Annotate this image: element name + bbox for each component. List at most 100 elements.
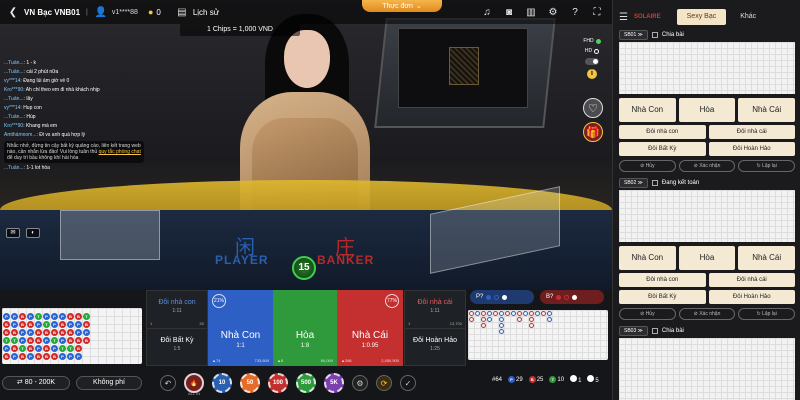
chat-text: 1 - k xyxy=(26,60,37,66)
lobby-player-pair[interactable]: Đôi nhà con xyxy=(619,273,706,287)
checkbox-icon[interactable] xyxy=(651,328,658,334)
all-in-chip[interactable]: 🔥 xyxy=(184,373,204,393)
cancel-button[interactable]: ⊘ Hủy xyxy=(619,308,676,320)
bet-amount: 2,450,500 xyxy=(381,358,399,363)
chip-100[interactable]: 100 xyxy=(268,373,288,393)
red-dot-icon xyxy=(556,294,562,300)
tab-sexy-bac[interactable]: Sexy Bạc xyxy=(676,9,727,25)
banker-ring xyxy=(481,317,486,322)
hamburger-icon[interactable]: ☰ xyxy=(619,12,628,23)
lobby-perfect-pair[interactable]: Đôi Hoàn Hảo xyxy=(708,290,795,304)
table-roadmap[interactable] xyxy=(619,338,795,400)
chat-author: Ámthámnom... xyxy=(4,132,37,138)
red-ring-icon xyxy=(564,294,570,300)
blue-ring-icon xyxy=(494,294,500,300)
player-bet[interactable]: 21% Nhà Con 1:1 ▲74 733,600 xyxy=(208,290,273,366)
confirm-button[interactable]: ⊘ Xác nhận xyxy=(678,160,736,172)
table-id[interactable]: SB03 ≫ xyxy=(619,326,648,336)
video-toggle[interactable] xyxy=(585,58,599,65)
history-link[interactable]: Lịch sử xyxy=(193,8,219,17)
table-card-sb02: SB02 ≫ Đang kết toán Nhà Con Hòa Nhà Cái… xyxy=(619,178,795,320)
predict-player[interactable]: P? xyxy=(470,290,534,304)
chip-50[interactable]: 50 xyxy=(240,373,260,393)
bead-player: P xyxy=(19,329,26,336)
bead-player: P xyxy=(59,353,66,360)
chip-500[interactable]: 500 xyxy=(296,373,316,393)
bead-banker: B xyxy=(11,329,18,336)
lobby-banker-bet[interactable]: Nhà Cái xyxy=(738,98,795,122)
lobby-player-pair[interactable]: Đôi nhà con xyxy=(619,125,706,139)
quality-fhd[interactable]: FHD xyxy=(583,38,601,44)
checkbox-icon[interactable] xyxy=(651,180,658,186)
banker-ring xyxy=(517,311,522,316)
undo-icon[interactable]: ↶ xyxy=(160,375,176,391)
history-icon[interactable]: ▤ xyxy=(175,5,189,19)
banker-pair-bet[interactable]: Đôi nhà cái 1:11 1 13,700 xyxy=(405,291,465,329)
favorite-heart-icon[interactable]: ♡ xyxy=(583,98,603,118)
blue-dot-icon xyxy=(486,294,492,300)
bead-road[interactable]: PBBTPBPPBTBPBBPPTBPBPBBPTPBBPBPTBPBBPPBT… xyxy=(2,308,142,364)
player-ring xyxy=(499,317,504,322)
camera-icon[interactable]: ◙ xyxy=(502,5,516,19)
help-icon[interactable]: ? xyxy=(568,5,582,19)
lobby-player-bet[interactable]: Nhà Con xyxy=(619,98,676,122)
big-road[interactable] xyxy=(468,310,608,360)
lobby-either-pair[interactable]: Đôi Bất Kỳ xyxy=(619,290,706,304)
perfect-pair-bet[interactable]: Đôi Hoàn Hảo 1:25 xyxy=(405,329,465,367)
gift-icon[interactable]: 🎁 xyxy=(583,122,603,142)
bead-banker: B xyxy=(67,313,74,320)
back-arrow-icon[interactable]: ❮ xyxy=(6,5,20,19)
tie-bet[interactable]: Hòa 1:8 ▲8 60,000 xyxy=(273,290,337,366)
bet-footer: ▲74 733,600 xyxy=(212,358,269,363)
chat-toggle-icon[interactable]: ◐ xyxy=(26,228,40,238)
table-roadmap[interactable] xyxy=(619,190,795,242)
chat-bubble-icon[interactable]: ✉ xyxy=(6,228,20,238)
repeat-button[interactable]: ↻ Lặp lại xyxy=(738,308,795,320)
settings-icon[interactable]: ⚙ xyxy=(546,5,560,19)
chip-5k[interactable]: 5K xyxy=(324,373,344,393)
no-commission-toggle[interactable]: Không phí xyxy=(76,376,142,390)
lobby-either-pair[interactable]: Đôi Bất Kỳ xyxy=(619,142,706,156)
confirm-icon[interactable]: ✓ xyxy=(400,375,416,391)
music-icon[interactable]: ♫ xyxy=(480,5,494,19)
chip-10[interactable]: 10 xyxy=(212,373,232,393)
limit-icon: ⇄ xyxy=(16,379,25,386)
lobby-banker-bet[interactable]: Nhà Cái xyxy=(738,246,795,270)
chart-icon[interactable]: ▥ xyxy=(524,5,538,19)
info-icon[interactable]: i xyxy=(587,69,597,79)
rebet-icon[interactable]: ⟳ xyxy=(376,375,392,391)
tab-other[interactable]: Khác xyxy=(730,9,766,25)
chat-rules-link[interactable]: quy tắc phòng chat xyxy=(99,149,141,155)
bead-player: P xyxy=(67,353,74,360)
checkbox-icon[interactable] xyxy=(651,32,658,38)
lobby-banker-pair[interactable]: Đôi nhà cái xyxy=(708,125,795,139)
table-roadmap[interactable] xyxy=(619,42,795,94)
fullscreen-icon[interactable]: ⛶ xyxy=(590,5,604,19)
lobby-tie-bet[interactable]: Hòa xyxy=(678,246,736,270)
lobby-player-bet[interactable]: Nhà Con xyxy=(619,246,676,270)
chat-message: Ámthámnom...: Đi vs anh quá hợp lý xyxy=(4,132,86,138)
chat-author: ...Tuấn... xyxy=(4,165,24,171)
betting-area: PBBTPBPPBTBPBBPPTBPBPBBPTPBBPBPTBPBBPPBT… xyxy=(0,290,612,400)
player-side-bets: Đôi nhà con 1:11 1 50 Đôi Bất Kỳ 1:5 xyxy=(146,290,208,366)
menu-dropdown[interactable]: Thực đơn ⌄ xyxy=(362,0,442,12)
cancel-button[interactable]: ⊘ Hủy xyxy=(619,160,676,172)
confirm-button[interactable]: ⊘ Xác nhận xyxy=(678,308,736,320)
table-id[interactable]: SB01 ≫ xyxy=(619,30,648,40)
pair-badge-icon xyxy=(570,375,578,382)
radio-icon xyxy=(594,48,600,54)
chat-message: ...Tuấn...: Húp xyxy=(4,114,36,120)
predict-banker[interactable]: B? xyxy=(540,290,604,304)
either-pair-bet[interactable]: Đôi Bất Kỳ 1:5 xyxy=(147,329,207,367)
lobby-banker-pair[interactable]: Đôi nhà cái xyxy=(708,273,795,287)
settings-icon[interactable]: ⚙ xyxy=(352,375,368,391)
lobby-tie-bet[interactable]: Hòa xyxy=(678,98,736,122)
lobby-perfect-pair[interactable]: Đôi Hoàn Hảo xyxy=(708,142,795,156)
repeat-button[interactable]: ↻ Lặp lại xyxy=(738,160,795,172)
player-pair-bet[interactable]: Đôi nhà con 1:11 1 50 xyxy=(147,291,207,329)
bet-label: Hòa xyxy=(295,330,315,341)
quality-hd[interactable]: HD xyxy=(585,48,600,54)
bet-limit[interactable]: ⇄ 80 - 200K xyxy=(2,376,70,390)
table-id[interactable]: SB02 ≫ xyxy=(619,178,648,188)
banker-bet[interactable]: 77% Nhà Cái 1:0.95 ▲266 2,450,500 xyxy=(337,290,403,366)
